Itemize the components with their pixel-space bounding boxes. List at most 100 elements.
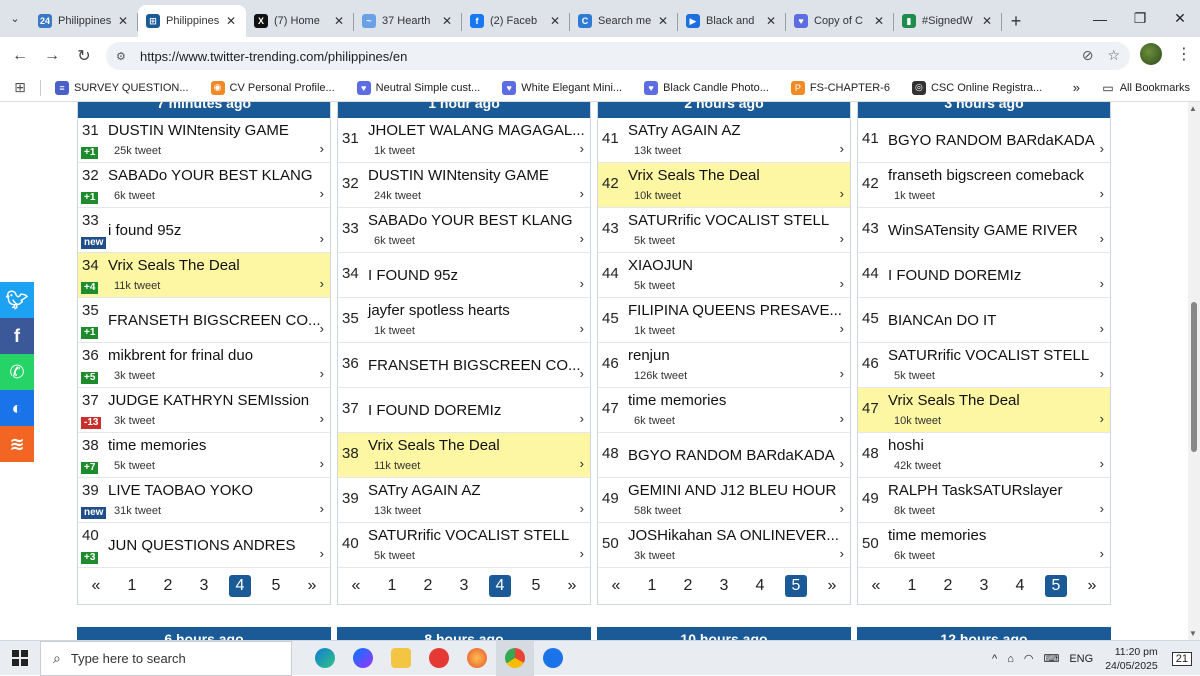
chevron-right-icon[interactable]: › — [580, 141, 584, 156]
trend-name[interactable]: BIANCAn DO IT — [888, 312, 996, 329]
chevron-right-icon[interactable]: › — [580, 231, 584, 246]
chrome-profile-icon[interactable] — [534, 641, 572, 676]
tab-close-icon[interactable]: ✕ — [656, 14, 670, 28]
chevron-right-icon[interactable]: › — [1100, 231, 1104, 246]
tab-close-icon[interactable]: ✕ — [332, 14, 346, 28]
tray-overflow-icon[interactable]: ^ — [992, 653, 997, 665]
chevron-right-icon[interactable]: › — [320, 321, 324, 336]
trend-row[interactable]: 40 SATURrific VOCALIST STELL 5k tweet › — [338, 523, 590, 568]
page-link[interactable]: 3 — [446, 577, 482, 595]
trend-row[interactable]: 38 Vrix Seals The Deal 11k tweet › — [338, 433, 590, 478]
profile-avatar[interactable] — [1140, 43, 1162, 65]
page-link[interactable]: 5 — [1038, 574, 1074, 597]
chevron-right-icon[interactable]: › — [320, 276, 324, 291]
back-button[interactable]: ← — [4, 40, 36, 72]
trend-name[interactable]: JUN QUESTIONS ANDRES — [108, 537, 296, 554]
trend-name[interactable]: JUDGE KATHRYN SEMIssion — [108, 392, 309, 409]
page-link[interactable]: 1 — [634, 577, 670, 595]
trend-name[interactable]: time memories — [628, 392, 726, 409]
chevron-right-icon[interactable]: › — [320, 141, 324, 156]
trend-row[interactable]: 50 time memories 6k tweet › — [858, 523, 1110, 568]
file-explorer-icon[interactable] — [382, 641, 420, 676]
trend-row[interactable]: 44 XIAOJUN 5k tweet › — [598, 253, 850, 298]
trend-name[interactable]: SATURrific VOCALIST STELL — [368, 527, 569, 544]
chevron-right-icon[interactable]: › — [840, 501, 844, 516]
trend-name[interactable]: SABADo YOUR BEST KLANG — [368, 212, 573, 229]
trend-name[interactable]: time memories — [108, 437, 206, 454]
chevron-right-icon[interactable]: › — [840, 411, 844, 426]
trend-row[interactable]: 37 I FOUND DOREMIz › — [338, 388, 590, 433]
twitter-share-icon[interactable]: 🐦︎ — [0, 282, 34, 318]
edge-app-icon[interactable] — [306, 641, 344, 676]
page-link[interactable]: « — [598, 577, 634, 595]
tab-close-icon[interactable]: ✕ — [872, 14, 886, 28]
page-link[interactable]: 2 — [930, 577, 966, 595]
chevron-right-icon[interactable]: › — [840, 321, 844, 336]
trend-name[interactable]: renjun — [628, 347, 670, 364]
trend-row[interactable]: 35 jayfer spotless hearts 1k tweet › — [338, 298, 590, 343]
bookmark-item[interactable]: ♥ Black Candle Photo... — [644, 80, 769, 95]
trend-row[interactable]: 46 renjun 126k tweet › — [598, 343, 850, 388]
apps-grid-icon[interactable]: ⊞ — [0, 79, 40, 96]
chevron-right-icon[interactable]: › — [320, 456, 324, 471]
trend-row[interactable]: 49 RALPH TaskSATURslayer 8k tweet › — [858, 478, 1110, 523]
trend-name[interactable]: BGYO RANDOM BARdaKADA — [628, 447, 835, 464]
chevron-right-icon[interactable]: › — [320, 501, 324, 516]
trend-row[interactable]: 31 JHOLET WALANG MAGAGAL... 1k tweet › — [338, 118, 590, 163]
trend-row[interactable]: 36 FRANSETH BIGSCREEN CO... › — [338, 343, 590, 388]
page-link[interactable]: « — [338, 577, 374, 595]
chevron-right-icon[interactable]: › — [320, 231, 324, 246]
page-link[interactable]: 1 — [114, 577, 150, 595]
chevron-right-icon[interactable]: › — [320, 546, 324, 561]
chevron-right-icon[interactable]: › — [580, 501, 584, 516]
trend-row[interactable]: 39 new LIVE TAOBAO YOKO 31k tweet › — [78, 478, 330, 523]
bookmark-item[interactable]: P FS-CHAPTER-6 — [790, 80, 890, 95]
browser-tab[interactable]: C Search me ✕ — [570, 5, 678, 37]
chevron-right-icon[interactable]: › — [320, 366, 324, 381]
keyboard-icon[interactable]: ⌨ — [1043, 652, 1059, 665]
page-scrollbar[interactable]: ▲ ▼ — [1188, 102, 1200, 640]
trend-name[interactable]: Vrix Seals The Deal — [108, 257, 240, 274]
trend-name[interactable]: hoshi — [888, 437, 924, 454]
windows-start-button[interactable] — [0, 641, 40, 676]
trend-row[interactable]: 33 SABADo YOUR BEST KLANG 6k tweet › — [338, 208, 590, 253]
wifi-icon[interactable]: ◠ — [1024, 652, 1034, 665]
page-link[interactable]: « — [78, 577, 114, 595]
address-bar[interactable]: ⚙ https://www.twitter-trending.com/phili… — [106, 42, 1130, 70]
trend-name[interactable]: Vrix Seals The Deal — [888, 392, 1020, 409]
browser-tab[interactable]: ~ 37 Hearth ✕ — [354, 5, 462, 37]
trend-row[interactable]: 47 Vrix Seals The Deal 10k tweet › — [858, 388, 1110, 433]
trend-row[interactable]: 35 +1 FRANSETH BIGSCREEN CO... › — [78, 298, 330, 343]
trend-name[interactable]: Vrix Seals The Deal — [368, 437, 500, 454]
taskbar-search-box[interactable]: ⌕ Type here to search — [40, 640, 292, 676]
trend-name[interactable]: DUSTIN WINtensity GAME — [108, 122, 289, 139]
page-link[interactable]: » — [554, 577, 590, 595]
trend-name[interactable]: I FOUND 95z — [368, 267, 458, 284]
bookmark-item[interactable]: ◎ CSC Online Registra... — [911, 80, 1042, 95]
eye-off-icon[interactable]: ⊘ — [1082, 47, 1094, 64]
trend-row[interactable]: 40 +3 JUN QUESTIONS ANDRES › — [78, 523, 330, 568]
scroll-up-icon[interactable]: ▲ — [1189, 104, 1197, 113]
tab-search-icon[interactable]: ⌄ — [0, 0, 30, 37]
chevron-right-icon[interactable]: › — [1100, 321, 1104, 336]
browser-tab[interactable]: 24 Philippines ✕ — [30, 5, 138, 37]
trend-name[interactable]: JOSHikahan SA ONLINEVER... — [628, 527, 839, 544]
trend-row[interactable]: 38 +7 time memories 5k tweet › — [78, 433, 330, 478]
trend-row[interactable]: 31 +1 DUSTIN WINtensity GAME 25k tweet › — [78, 118, 330, 163]
trend-name[interactable]: LIVE TAOBAO YOKO — [108, 482, 253, 499]
trend-row[interactable]: 45 BIANCAn DO IT › — [858, 298, 1110, 343]
chevron-right-icon[interactable]: › — [1100, 546, 1104, 561]
trend-name[interactable]: I FOUND DOREMIz — [368, 402, 501, 419]
close-window-button[interactable]: ✕ — [1160, 0, 1200, 37]
bookmark-item[interactable]: ≡ SURVEY QUESTION... — [55, 80, 189, 95]
chevron-right-icon[interactable]: › — [840, 456, 844, 471]
chevron-right-icon[interactable]: › — [1100, 366, 1104, 381]
page-link[interactable]: 2 — [670, 577, 706, 595]
bookmarks-overflow-button[interactable]: » — [1073, 80, 1080, 95]
tab-close-icon[interactable]: ✕ — [764, 14, 778, 28]
trend-name[interactable]: i found 95z — [108, 222, 181, 239]
trend-name[interactable]: FILIPINA QUEENS PRESAVE... — [628, 302, 842, 319]
tab-close-icon[interactable]: ✕ — [440, 14, 454, 28]
trend-row[interactable]: 34 +4 Vrix Seals The Deal 11k tweet › — [78, 253, 330, 298]
site-info-icon[interactable]: ⚙ — [116, 50, 132, 63]
